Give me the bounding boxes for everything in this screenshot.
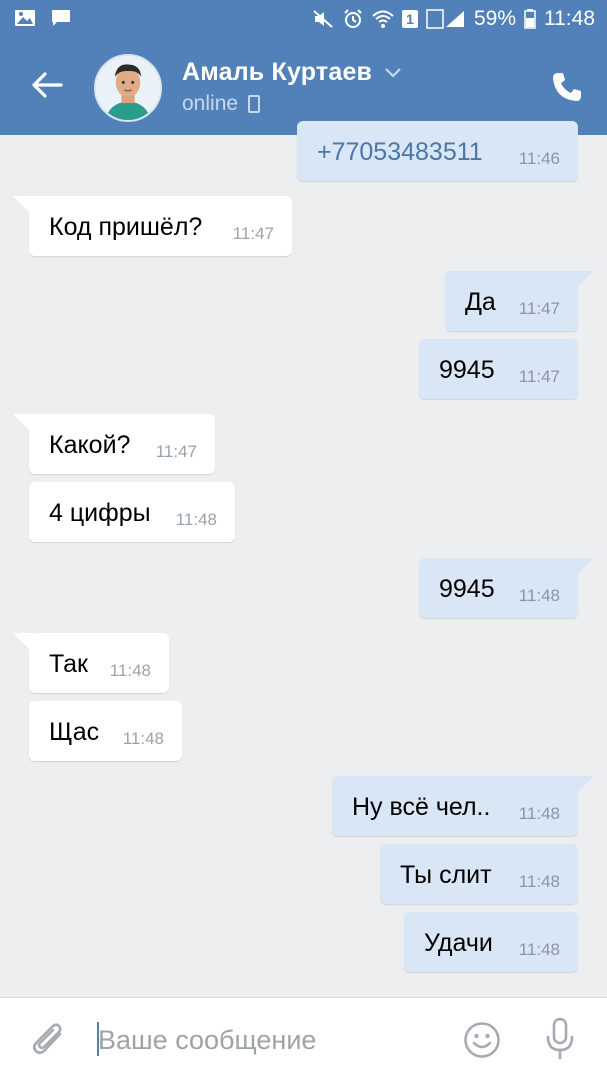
message-incoming[interactable]: Код пришёл? 11:47 (13, 196, 292, 256)
message-text: 9945 (439, 355, 495, 384)
phone-call-icon[interactable] (551, 71, 583, 103)
wifi-icon (372, 9, 394, 29)
message-time: 11:48 (122, 729, 164, 748)
message-input[interactable]: Ваше сообщение (98, 1025, 316, 1056)
message-time: 11:48 (518, 804, 560, 823)
bubble-tail (13, 414, 33, 434)
mobile-device-icon (248, 95, 261, 113)
message-outgoing[interactable]: +77053483511 11:46 (297, 121, 578, 181)
back-arrow-icon[interactable] (30, 70, 64, 100)
chevron-down-icon[interactable] (384, 66, 402, 78)
message-time: 11:47 (518, 299, 560, 318)
message-time: 11:47 (155, 442, 197, 461)
message-incoming[interactable]: Так 11:48 (13, 633, 169, 693)
message-time: 11:48 (518, 586, 560, 605)
message-incoming[interactable]: 4 цифры 11:48 (29, 482, 235, 542)
bubble-tail (13, 633, 33, 653)
microphone-icon[interactable] (544, 1017, 576, 1061)
sim-badge: 1 (402, 10, 418, 28)
clock: 11:48 (544, 7, 595, 30)
message-time: 11:48 (518, 940, 560, 959)
message-time: 11:47 (232, 224, 274, 243)
message-text: 4 цифры (49, 498, 151, 527)
contact-name[interactable]: Амаль Куртаев (182, 58, 372, 87)
message-time: 11:48 (109, 661, 151, 680)
message-incoming[interactable]: Щас 11:48 (29, 701, 182, 761)
avatar[interactable] (94, 54, 162, 122)
message-time: 11:46 (518, 149, 560, 168)
mute-icon (312, 9, 334, 29)
message-time: 11:48 (518, 872, 560, 891)
alarm-icon (342, 9, 364, 29)
message-text: Щас (49, 717, 100, 746)
gallery-icon (14, 8, 36, 28)
message-text: 9945 (439, 574, 495, 603)
message-outgoing[interactable]: 9945 11:47 (419, 339, 578, 399)
message-outgoing[interactable]: Ты слит 11:48 (380, 844, 578, 904)
message-outgoing[interactable]: 9945 11:48 (419, 558, 594, 618)
signal-icon (426, 9, 466, 29)
battery-icon (524, 9, 536, 29)
chat-icon (50, 8, 72, 28)
battery-percent: 59% (473, 7, 516, 30)
message-text: Удачи (424, 928, 493, 957)
bubble-tail (574, 558, 594, 578)
message-outgoing[interactable]: Ну всё чел.. 11:48 (332, 776, 594, 836)
bubble-tail (13, 196, 33, 216)
message-text: Так (49, 649, 88, 678)
message-text: Какой? (49, 430, 131, 459)
message-outgoing[interactable]: Да 11:47 (445, 271, 594, 331)
online-status: online (182, 92, 261, 116)
message-text: +77053483511 (317, 137, 483, 166)
bubble-tail (574, 776, 594, 796)
message-outgoing[interactable]: Удачи 11:48 (404, 912, 578, 972)
message-text: Ну всё чел.. (352, 792, 491, 821)
status-text: online (182, 92, 239, 115)
message-time: 11:48 (175, 510, 217, 529)
paperclip-icon[interactable] (30, 1020, 66, 1060)
message-text: Ты слит (400, 860, 492, 889)
message-text: Код пришёл? (49, 212, 203, 241)
bubble-tail (574, 271, 594, 291)
status-bar: 1 59% 11:48 (0, 0, 607, 38)
message-time: 11:47 (518, 367, 560, 386)
message-composer: Ваше сообщение (0, 997, 607, 1080)
message-text: Да (465, 287, 496, 316)
message-incoming[interactable]: Какой? 11:47 (13, 414, 215, 474)
emoji-icon[interactable] (463, 1021, 501, 1059)
